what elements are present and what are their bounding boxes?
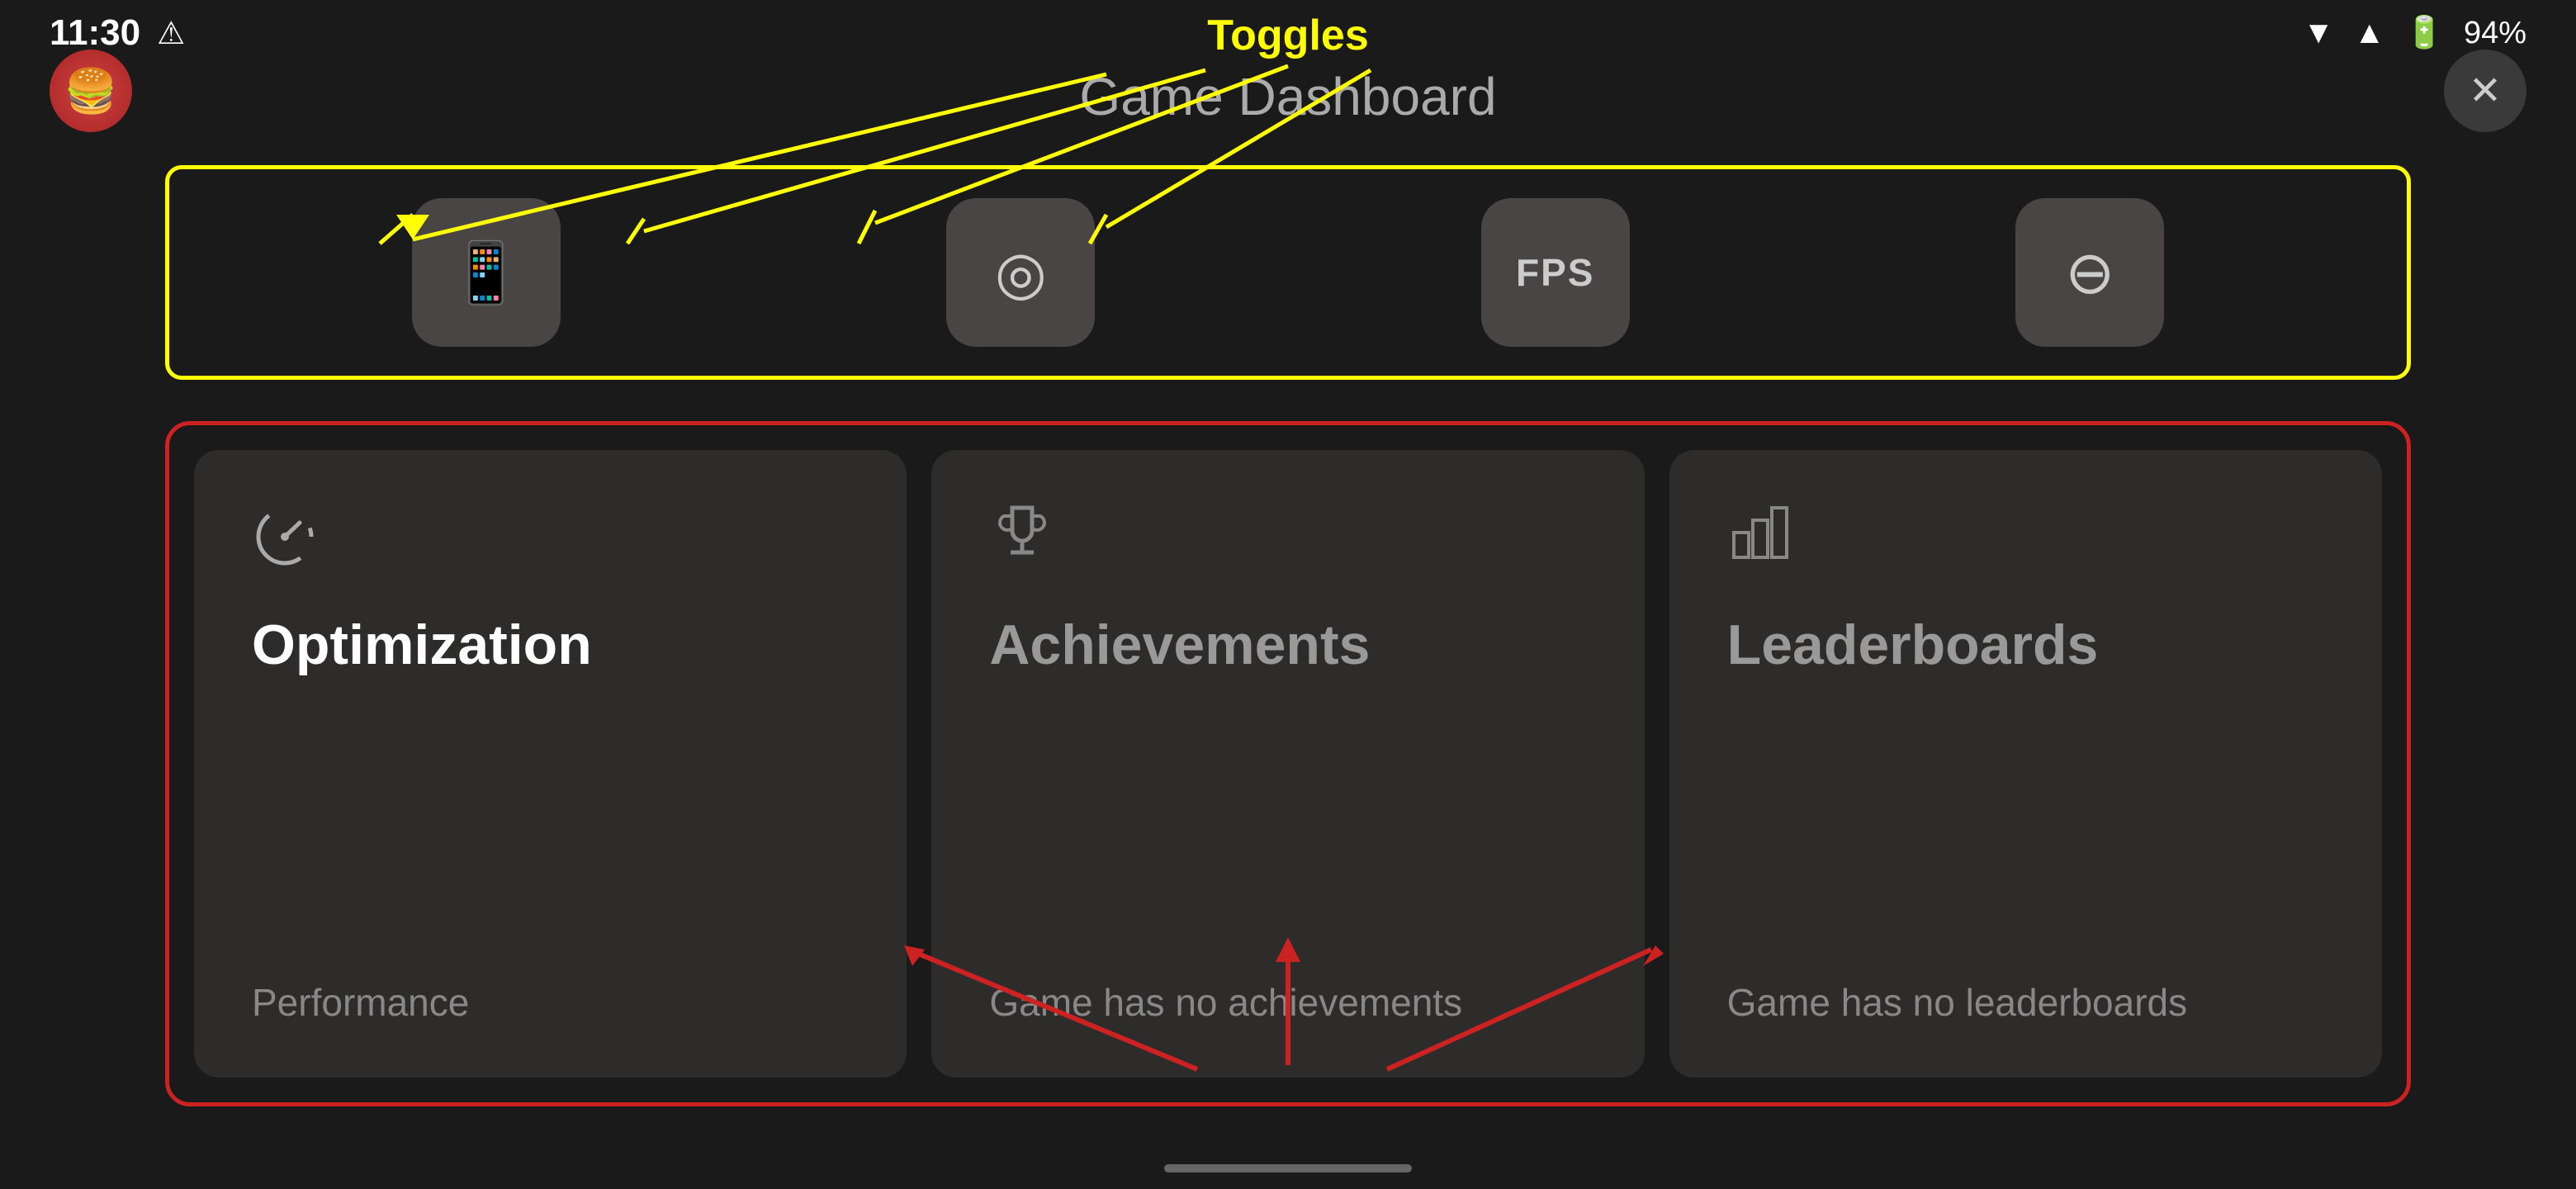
achievements-icon [989, 500, 1586, 580]
tiles-section: Optimization Performance Achievements Ga… [165, 421, 2411, 1106]
fps-label: FPS [1516, 250, 1594, 295]
close-button[interactable]: ✕ [2444, 50, 2526, 132]
home-indicator [1164, 1164, 1412, 1172]
toggle-target[interactable]: ◎ [946, 198, 1095, 347]
battery-percent: 94% [2464, 16, 2526, 51]
status-time: 11:30 [50, 12, 140, 54]
close-icon: ✕ [2469, 68, 2502, 114]
leaderboards-title: Leaderboards [1727, 613, 2324, 677]
tile-leaderboards[interactable]: Leaderboards Game has no leaderboards [1669, 450, 2382, 1078]
toggles-section: 📱 ◎ FPS ⊖ [165, 165, 2411, 380]
target-icon: ◎ [995, 238, 1047, 307]
battery-icon: 🔋 [2405, 15, 2444, 51]
app-icon: 🍔 [50, 50, 132, 132]
tile-optimization[interactable]: Optimization Performance [194, 450, 907, 1078]
warning-icon: ⚠ [157, 15, 185, 52]
signal-icon: ▲ [2354, 16, 2385, 51]
optimization-title: Optimization [252, 613, 849, 677]
status-left: 11:30 ⚠ [50, 12, 185, 54]
optimization-subtitle: Performance [252, 978, 849, 1028]
page-title: Game Dashboard [1079, 66, 1496, 127]
minus-icon: ⊖ [2065, 238, 2114, 307]
leaderboards-subtitle: Game has no leaderboards [1727, 978, 2324, 1028]
achievements-subtitle: Game has no achievements [989, 978, 1586, 1028]
toggle-minus[interactable]: ⊖ [2015, 198, 2164, 347]
toggle-screenshot[interactable]: 📱 [412, 198, 561, 347]
screenshot-icon: 📱 [449, 238, 523, 308]
achievements-title: Achievements [989, 613, 1586, 677]
status-bar: 11:30 ⚠ ▼ ▲ 🔋 94% [0, 0, 2576, 66]
leaderboards-icon [1727, 500, 2324, 580]
toggle-fps[interactable]: FPS [1481, 198, 1630, 347]
optimization-icon [252, 500, 849, 580]
wifi-icon: ▼ [2303, 16, 2334, 51]
app-emoji: 🍔 [64, 66, 118, 116]
tile-achievements[interactable]: Achievements Game has no achievements [931, 450, 1644, 1078]
status-right: ▼ ▲ 🔋 94% [2303, 15, 2526, 51]
